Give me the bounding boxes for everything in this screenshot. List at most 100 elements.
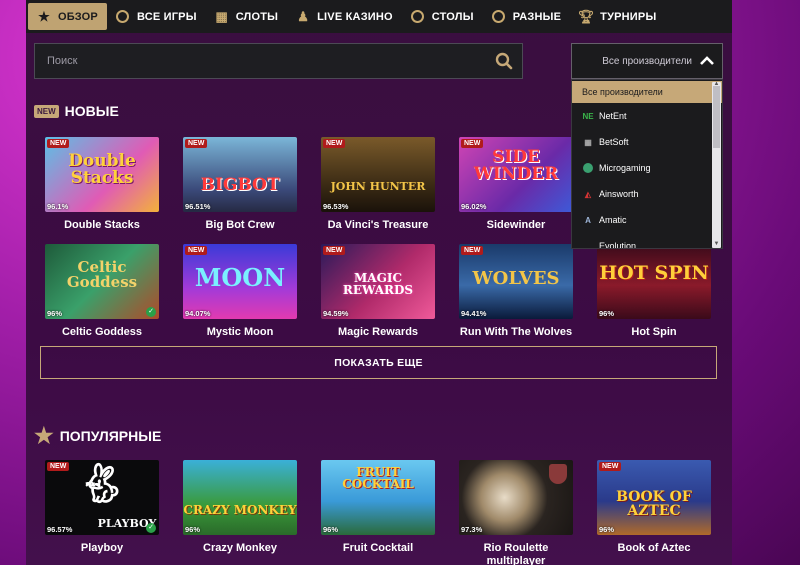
game-card[interactable]: BIGBOT NEW 96.51% Big Bot Crew <box>183 137 297 232</box>
casino-frame: ★ ОБЗОР ВСЕ ИГРЫ ▦ СЛОТЫ ♟ LIVE КАЗИНО С… <box>26 0 732 565</box>
dropdown-scrollbar-thumb[interactable] <box>713 86 720 148</box>
game-art-text: FRUIT COCKTAIL <box>342 465 414 491</box>
game-thumbnail[interactable]: SIDE WINDER NEW 96.02% <box>459 137 573 212</box>
game-title[interactable]: Da Vinci's Treasure <box>321 219 435 232</box>
game-thumbnail[interactable]: Double Stacks NEW 96.1% <box>45 137 159 212</box>
section-title: НОВЫЕ <box>64 103 119 119</box>
game-card[interactable]: WOLVES NEW 94.41% Run With The Wolves <box>459 244 573 339</box>
section-header-popular: ★ ПОПУЛЯРНЫЕ <box>34 425 161 447</box>
game-card[interactable]: FRUIT COCKTAIL 96% Fruit Cocktail <box>321 460 435 555</box>
game-art-text: WOLVES <box>472 268 560 289</box>
game-card[interactable]: JOHN HUNTER NEW 96.53% Da Vinci's Treasu… <box>321 137 435 232</box>
game-thumbnail[interactable]: CRAZY MONKEY 96% <box>183 460 297 535</box>
game-title[interactable]: Run With The Wolves <box>459 326 573 339</box>
game-art-text: BOOK OF AZTEC <box>616 489 692 519</box>
game-title[interactable]: Mystic Moon <box>183 326 297 339</box>
rtp-label: 96% <box>47 309 63 318</box>
provider-option-netent[interactable]: NE NetEnt <box>572 103 722 129</box>
game-title[interactable]: Rio Roulette multiplayer <box>459 542 573 565</box>
game-title[interactable]: Magic Rewards <box>321 326 435 339</box>
nav-label: СЛОТЫ <box>235 10 279 23</box>
search-icon[interactable] <box>486 43 522 79</box>
nav-item-misc[interactable]: РАЗНЫЕ <box>483 0 570 33</box>
game-art-text: MAGIC REWARDS <box>342 271 414 297</box>
rtp-label: 96% <box>599 309 615 318</box>
game-title[interactable]: Big Bot Crew <box>183 219 297 232</box>
provider-option-amatic[interactable]: A Amatic <box>572 207 722 233</box>
nav-item-slots[interactable]: ▦ СЛОТЫ <box>206 0 287 33</box>
nav-item-tournaments[interactable]: 🏆︎ ТУРНИРЫ <box>570 0 665 33</box>
game-art-text: Double Stacks <box>68 151 136 188</box>
game-title[interactable]: Fruit Cocktail <box>321 542 435 555</box>
game-art-text: SIDE WINDER <box>473 147 559 184</box>
game-title[interactable]: Hot Spin <box>597 326 711 339</box>
section-header-new: NEW НОВЫЕ <box>34 103 119 119</box>
chip-icon <box>116 10 130 24</box>
game-card[interactable]: MOON NEW 94.07% Mystic Moon <box>183 244 297 339</box>
netent-logo-icon: NE <box>582 111 594 121</box>
rtp-label: 96% <box>185 525 201 534</box>
nav-item-tables[interactable]: СТОЛЫ <box>402 0 483 33</box>
game-card[interactable]: 97.3% Rio Roulette multiplayer <box>459 460 573 565</box>
game-card[interactable]: CRAZY MONKEY 96% Crazy Monkey <box>183 460 297 555</box>
section-title: ПОПУЛЯРНЫЕ <box>59 428 162 444</box>
new-badge: NEW <box>34 104 59 118</box>
chevron-up-icon <box>700 54 714 68</box>
nav-label: ВСЕ ИГРЫ <box>136 10 197 23</box>
nav-item-live-casino[interactable]: ♟ LIVE КАЗИНО <box>287 0 402 33</box>
roulette-icon <box>411 10 425 24</box>
game-thumbnail[interactable]: MOON NEW 94.07% <box>183 244 297 319</box>
evolution-logo-icon <box>582 240 594 248</box>
rtp-label: 94.41% <box>461 309 487 318</box>
nav-item-all-games[interactable]: ВСЕ ИГРЫ <box>107 0 206 33</box>
game-thumbnail[interactable]: FRUIT COCKTAIL 96% <box>321 460 435 535</box>
game-art-text: MOON <box>194 263 286 292</box>
rtp-label: 94.59% <box>323 309 349 318</box>
nav-label: LIVE КАЗИНО <box>317 10 393 23</box>
game-card[interactable]: HOT SPIN 96% Hot Spin <box>597 244 711 339</box>
game-title[interactable]: Double Stacks <box>45 219 159 232</box>
game-thumbnail[interactable]: MAGIC REWARDS NEW 94.59% <box>321 244 435 319</box>
game-title[interactable]: Crazy Monkey <box>183 542 297 555</box>
provider-option-all[interactable]: Все производители <box>572 81 722 103</box>
new-tag: NEW <box>461 246 484 255</box>
rtp-label: 96.1% <box>47 202 69 211</box>
scroll-down-icon[interactable]: ▼ <box>713 241 720 247</box>
provider-option-betsoft[interactable]: ▦ BetSoft <box>572 129 722 155</box>
search-input[interactable]: Поиск <box>34 43 523 79</box>
game-title[interactable]: Playboy <box>45 542 159 555</box>
provider-option-microgaming[interactable]: Microgaming <box>572 155 722 181</box>
game-thumbnail[interactable]: BOOK OF AZTEC NEW 96% <box>597 460 711 535</box>
game-art-text: CRAZY MONKEY <box>183 503 297 517</box>
game-card[interactable]: Celtic Goddess 96% ✓ Celtic Goddess <box>45 244 159 339</box>
game-card[interactable]: BOOK OF AZTEC NEW 96% Book of Aztec <box>597 460 711 555</box>
game-card[interactable]: MAGIC REWARDS NEW 94.59% Magic Rewards <box>321 244 435 339</box>
dice-icon <box>492 10 506 24</box>
new-tag: NEW <box>461 139 484 148</box>
game-thumbnail[interactable]: WOLVES NEW 94.41% <box>459 244 573 319</box>
nav-label: СТОЛЫ <box>431 10 474 23</box>
providers-select[interactable]: Все производители <box>571 43 723 79</box>
game-thumbnail[interactable]: JOHN HUNTER NEW 96.53% <box>321 137 435 212</box>
game-title[interactable]: Celtic Goddess <box>45 326 159 339</box>
game-thumbnail[interactable]: Celtic Goddess 96% ✓ <box>45 244 159 319</box>
rtp-label: 96.53% <box>323 202 349 211</box>
game-card[interactable]: 🐇︎ PLAYBOY NEW 96.57% ✓ Playboy <box>45 460 159 555</box>
scroll-up-icon[interactable]: ▲ <box>713 81 720 87</box>
game-thumbnail[interactable]: 🐇︎ PLAYBOY NEW 96.57% ✓ <box>45 460 159 535</box>
provider-option-ainsworth[interactable]: ◭ Ainsworth <box>572 181 722 207</box>
game-title[interactable]: Book of Aztec <box>597 542 711 555</box>
rtp-label: 94.07% <box>185 309 211 318</box>
game-card[interactable]: Double Stacks NEW 96.1% Double Stacks <box>45 137 159 232</box>
game-title[interactable]: Sidewinder <box>459 219 573 232</box>
new-tag: NEW <box>47 462 70 471</box>
provider-option-evolution[interactable]: Evolution <box>572 233 722 248</box>
game-thumbnail[interactable]: BIGBOT NEW 96.51% <box>183 137 297 212</box>
rtp-label: 96.57% <box>47 525 73 534</box>
nav-item-overview[interactable]: ★ ОБЗОР <box>28 3 107 30</box>
show-more-button[interactable]: ПОКАЗАТЬ ЕЩЕ <box>40 346 717 379</box>
game-card[interactable]: SIDE WINDER NEW 96.02% Sidewinder <box>459 137 573 232</box>
game-thumbnail[interactable]: HOT SPIN 96% <box>597 244 711 319</box>
game-thumbnail[interactable]: 97.3% <box>459 460 573 535</box>
person-icon: ♟ <box>297 8 310 24</box>
